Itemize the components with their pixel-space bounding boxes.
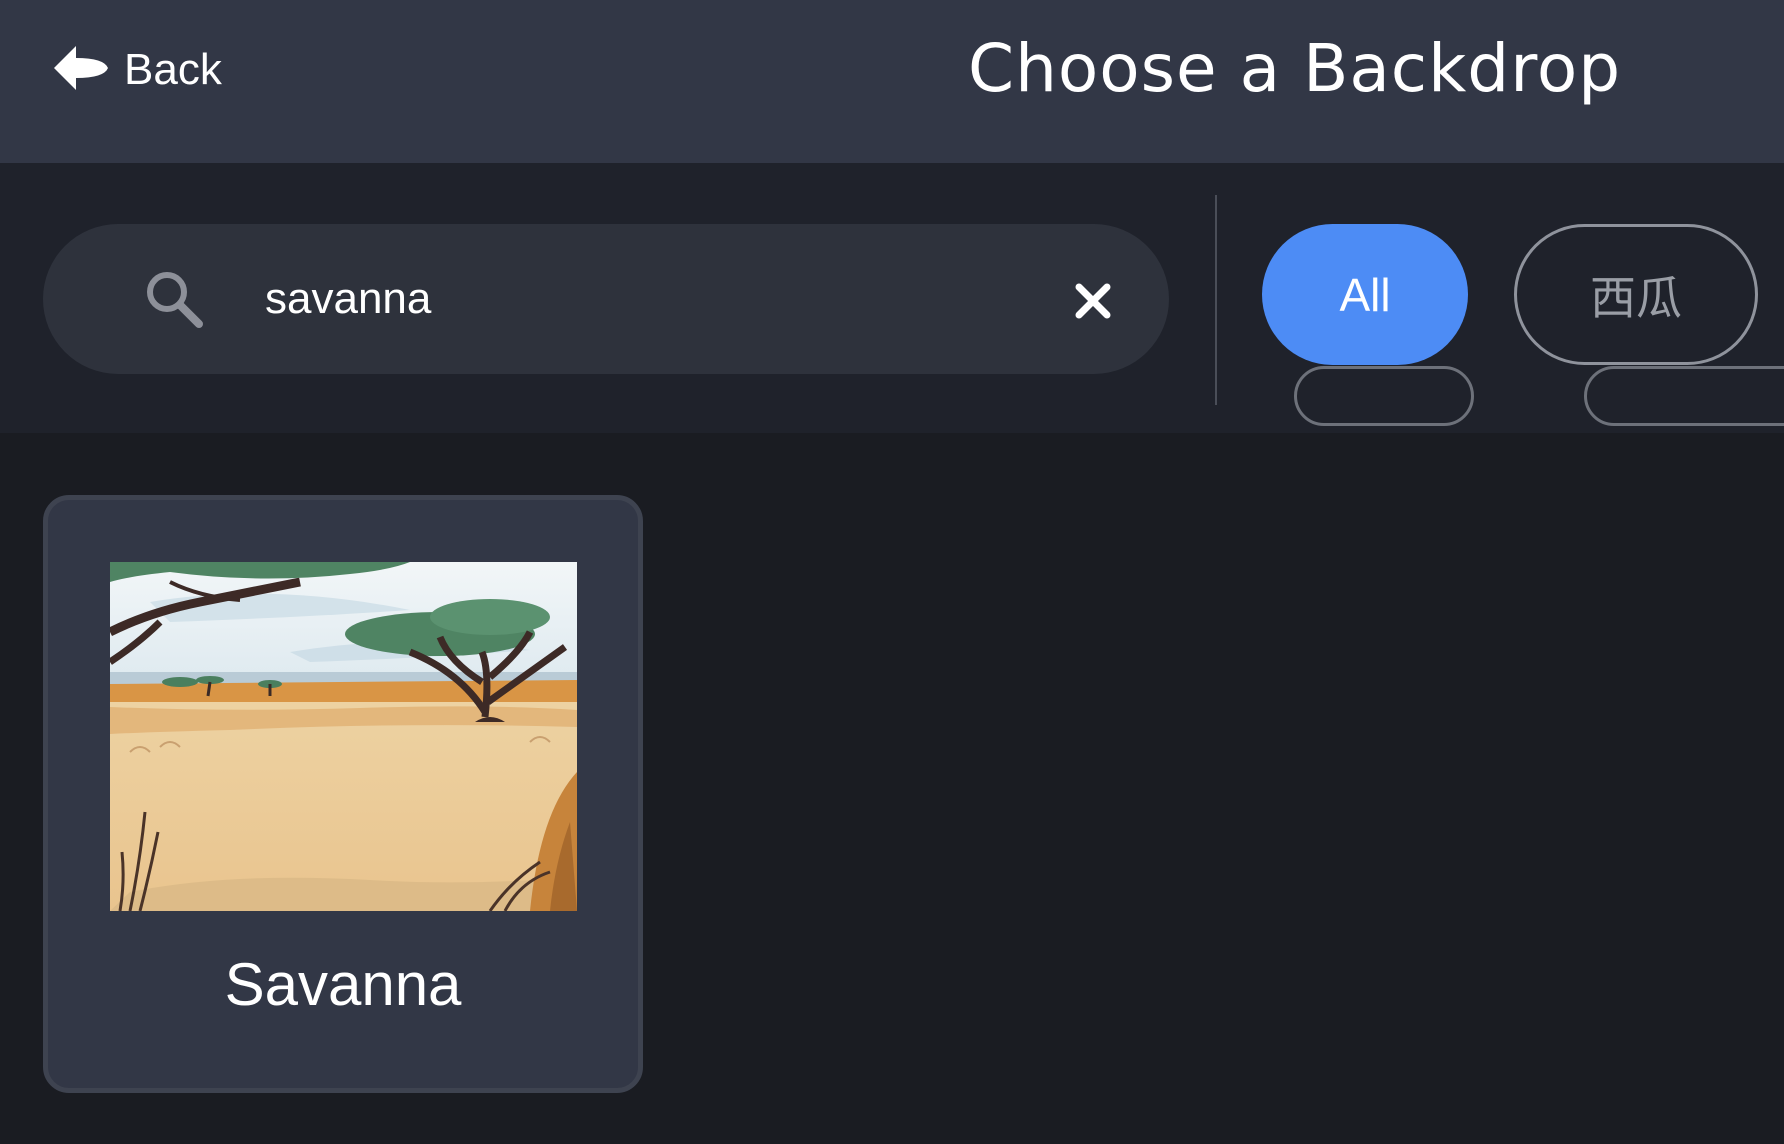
search-input[interactable] [265,264,1065,334]
page-title: Choose a Backdrop [968,30,1622,107]
tab-peek-row2 [1294,366,1474,426]
backdrop-name: Savanna [224,951,462,1018]
back-button[interactable]: Back [52,38,222,102]
tab-peek-row2 [1584,366,1784,426]
header-bar: Back Choose a Backdrop [0,0,1784,163]
backdrop-thumbnail [110,562,577,911]
back-arrow-icon [52,43,110,98]
close-icon[interactable] [1071,279,1115,323]
filter-divider [1215,195,1217,405]
backdrop-card[interactable]: Savanna [43,495,643,1093]
search-icon [143,268,205,330]
backdrop-grid: Savanna [0,433,1784,1144]
tab-all[interactable]: All [1262,224,1468,365]
filter-bar: All 西瓜 [0,163,1784,433]
tab-watermelon[interactable]: 西瓜 [1514,224,1758,365]
search-box[interactable] [43,224,1169,374]
back-label: Back [124,45,222,94]
